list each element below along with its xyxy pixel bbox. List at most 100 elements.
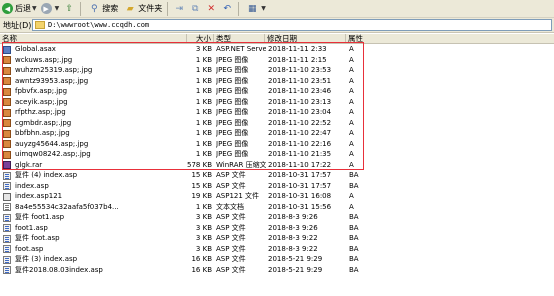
file-row[interactable]: aceyik.asp;.jpg 1 KB JPEG 图像 2018-11-10 23:… [0, 97, 554, 108]
delete-icon[interactable]: ✕ [205, 3, 217, 15]
address-input[interactable]: D:\wwwroot\www.ccqdh.com [32, 19, 552, 31]
file-attributes: A [349, 150, 354, 158]
file-size: 19 KB [191, 192, 212, 200]
folders-button[interactable]: ▰ 文件夹 [120, 1, 164, 17]
file-size: 1 KB [195, 66, 212, 74]
file-row[interactable]: awntz93953.asp;.jpg 1 KB JPEG 图像 2018-11-10… [0, 76, 554, 87]
file-type: JPEG 图像 [216, 55, 249, 64]
file-modified: 2018-11-10 23:46 [268, 87, 332, 95]
column-header-size[interactable]: 大小 [187, 34, 214, 44]
file-modified: 2018-11-10 22:47 [268, 129, 332, 137]
file-row[interactable]: index.asp121 19 KB ASP121 文件 2018-10-31 16:… [0, 191, 554, 202]
file-row[interactable]: 复件 (3) index.asp 16 KB ASP 文件 2018-5-21 9:2… [0, 254, 554, 265]
up-folder-icon[interactable]: ⇧ [63, 3, 75, 15]
file-size: 1 KB [195, 76, 212, 85]
address-bar: 地址(D) D:\wwwroot\www.ccqdh.com [0, 18, 554, 33]
file-size: 578 KB [187, 160, 212, 169]
file-row[interactable]: cgmbdr.asp;.jpg 1 KB JPEG 图像 2018-11-10 22:… [0, 118, 554, 129]
file-row[interactable]: glgk.rar 578 KB WinRAR 压缩文件2018-11-10 17:2… [0, 160, 554, 171]
views-icon: ▦ [247, 3, 257, 14]
back-dropdown-icon[interactable]: ▼ [32, 5, 37, 12]
file-row[interactable]: foot.asp 3 KB ASP 文件 2018-8-3 9:22 BA [0, 244, 554, 255]
file-row[interactable]: 8a4e55534c32aafa5f037b4... 1 KB 文本文档 2018-1… [0, 202, 554, 213]
asp-file-icon [3, 255, 11, 264]
toolbar-separator [167, 1, 169, 16]
file-attributes: A [349, 139, 354, 148]
file-name: index.asp [15, 181, 49, 190]
views-button[interactable]: ▦ ▼ [242, 1, 268, 17]
undo-icon[interactable]: ↶ [221, 3, 233, 15]
file-name: Global.asax [15, 45, 56, 53]
file-type: WinRAR 压缩文件 [216, 160, 266, 169]
file-attributes: A [349, 76, 354, 85]
toolbar-separator [238, 1, 240, 16]
file-name: foot.asp [15, 244, 44, 253]
file-row[interactable]: foot1.asp 3 KB ASP 文件 2018-8-3 9:26 BA [0, 223, 554, 234]
jpg-file-icon [3, 129, 11, 138]
file-type: ASP 文件 [216, 244, 246, 253]
file-row[interactable]: bbfbhn.asp;.jpg 1 KB JPEG 图像 2018-11-10 22:… [0, 128, 554, 139]
views-dropdown-icon: ▼ [261, 5, 266, 12]
file-row[interactable]: uimqw08242.asp;.jpg 1 KB JPEG 图像 2018-11-10… [0, 149, 554, 160]
file-attributes: BA [349, 244, 359, 253]
jpg-file-icon [3, 56, 11, 64]
file-modified: 2018-11-10 23:51 [268, 76, 332, 85]
file-size: 15 KB [191, 181, 212, 190]
file-modified: 2018-5-21 9:29 [268, 265, 323, 274]
jpg-file-icon [3, 98, 11, 106]
back-button[interactable]: ◀ 后退 ▼ [0, 1, 39, 17]
file-type: JPEG 图像 [216, 108, 249, 116]
file-row[interactable]: fpbvfx.asp;.jpg 1 KB JPEG 图像 2018-11-10 23:… [0, 86, 554, 97]
file-type: ASP 文件 [216, 234, 246, 242]
file-modified: 2018-11-11 2:33 [268, 45, 327, 53]
file-attributes: A [349, 45, 354, 53]
file-size: 1 KB [195, 139, 212, 148]
file-attributes: BA [349, 171, 359, 179]
file-row[interactable]: auyzg45644.asp;.jpg 1 KB JPEG 图像 2018-11-10… [0, 139, 554, 150]
file-modified: 2018-10-31 17:57 [268, 181, 332, 190]
jpg-file-icon [3, 77, 11, 85]
file-row[interactable]: index.asp 15 KB ASP 文件 2018-10-31 17:57 BA [0, 181, 554, 192]
toolbar: ◀ 后退 ▼ ▶ ▼ ⇧ ⚲ 搜索 ▰ 文件夹 ⇥ ⧉ ✕ ↶ ▦ ▼ [0, 0, 554, 18]
file-row[interactable]: wckuws.asp;.jpg 1 KB JPEG 图像 2018-11-11 2:1… [0, 55, 554, 66]
file-row[interactable]: 复件 (4) index.asp 15 KB ASP 文件 2018-10-31 17… [0, 170, 554, 181]
file-attributes: A [349, 66, 354, 74]
file-attributes: A [349, 108, 354, 116]
file-name: foot1.asp [15, 223, 48, 232]
forward-button[interactable]: ▶ ▼ [39, 1, 62, 17]
file-row[interactable]: 复件2018.08.03index.asp 16 KB ASP 文件 2018-5-2… [0, 265, 554, 276]
file-size: 16 KB [191, 255, 212, 263]
file-size: 1 KB [195, 87, 212, 95]
file-attributes: A [349, 129, 354, 137]
file-name: 复件2018.08.03index.asp [15, 265, 103, 274]
forward-dropdown-icon[interactable]: ▼ [55, 5, 60, 12]
file-attributes: A [349, 118, 354, 127]
column-header-name[interactable]: 名称 [0, 34, 187, 44]
file-type: JPEG 图像 [216, 97, 249, 106]
column-header-type[interactable]: 类型 [214, 34, 265, 44]
file-type: ASP 文件 [216, 255, 246, 263]
asp-file-icon [3, 213, 11, 222]
file-attributes: A [349, 55, 354, 64]
file-row[interactable]: rfpthz.asp;.jpg 1 KB JPEG 图像 2018-11-10 23:… [0, 107, 554, 118]
file-row[interactable]: 复件 foot1.asp 3 KB ASP 文件 2018-8-3 9:26 BA [0, 212, 554, 223]
column-header-attributes[interactable]: 属性 [346, 34, 554, 44]
file-size: 1 KB [195, 108, 212, 116]
aspx-file-icon [3, 45, 11, 54]
file-row[interactable]: Global.asax 3 KB ASP.NET Server ...2018-11… [0, 44, 554, 55]
file-type: JPEG 图像 [216, 66, 249, 74]
file-modified: 2018-10-31 15:56 [268, 202, 332, 211]
copy-to-icon[interactable]: ⧉ [189, 3, 201, 15]
file-attributes: BA [349, 223, 359, 232]
file-row[interactable]: wuhzm25319.asp;.jpg 1 KB JPEG 图像 2018-11-10… [0, 65, 554, 76]
asp-file-icon [3, 245, 11, 253]
file-row[interactable]: 复件 foot.asp 3 KB ASP 文件 2018-8-3 9:22 BA [0, 233, 554, 244]
move-to-icon[interactable]: ⇥ [173, 3, 185, 15]
search-button[interactable]: ⚲ 搜索 [84, 1, 120, 17]
asp-file-icon [3, 224, 11, 232]
file-modified: 2018-11-11 2:15 [268, 55, 327, 64]
jpg-file-icon [3, 66, 11, 75]
file-size: 1 KB [195, 202, 212, 211]
file-name: glgk.rar [15, 160, 43, 169]
column-header-modified[interactable]: 修改日期 [265, 34, 346, 44]
